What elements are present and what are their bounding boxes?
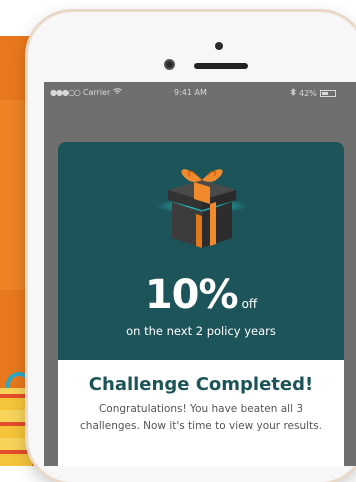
result-title: Challenge Completed! (88, 374, 314, 395)
result-panel: Challenge Completed! Congratulations! Yo… (58, 360, 344, 466)
top-sensor (215, 42, 223, 50)
reward-card: 10% off on the next 2 policy years Challe… (58, 142, 344, 466)
front-camera (164, 59, 175, 70)
gift-icon (154, 156, 250, 252)
signal-strength: ●●●○○ (50, 88, 81, 97)
battery-icon (319, 89, 336, 97)
discount-value: 10% (144, 272, 239, 318)
result-message: Congratulations! You have beaten all 3 c… (80, 403, 322, 432)
discount-unit: off (241, 297, 258, 311)
discount-subtitle: on the next 2 policy years (126, 324, 276, 338)
phone-screen: ●●●○○ Carrier 9:41 AM 42% 10% off on the… (44, 82, 356, 466)
earpiece-speaker (194, 63, 248, 69)
bluetooth-icon (290, 88, 296, 98)
discount-amount: 10% off (58, 272, 344, 318)
carrier-name: Carrier (82, 88, 111, 97)
status-time: 9:41 AM (174, 88, 207, 97)
status-bar: ●●●○○ Carrier 9:41 AM 42% (44, 88, 356, 102)
battery-percent: 42% (299, 88, 317, 98)
status-left: ●●●○○ Carrier (50, 88, 123, 97)
status-right: 42% (290, 88, 336, 98)
wifi-icon (113, 88, 123, 97)
